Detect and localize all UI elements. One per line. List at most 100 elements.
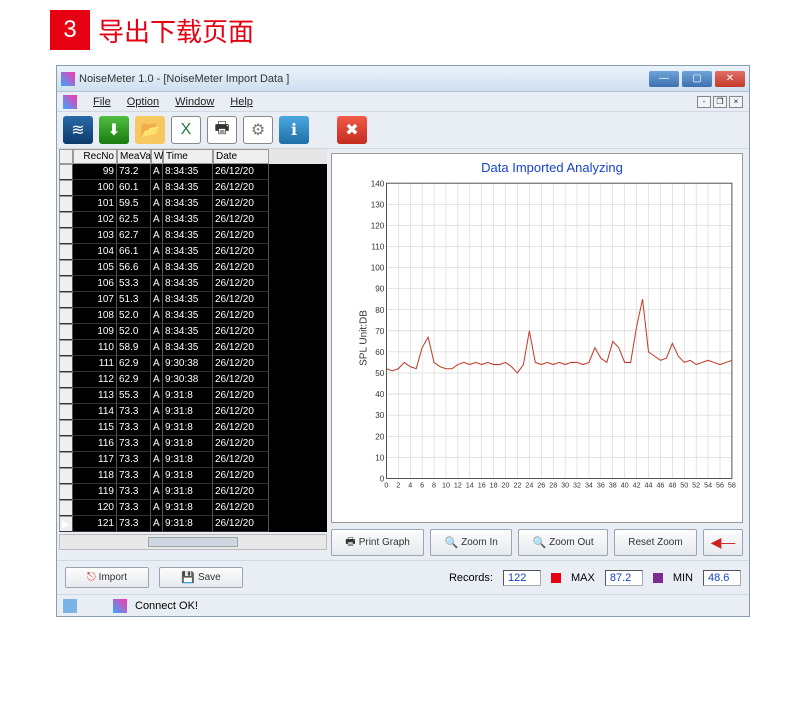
table-row[interactable]: 11262.9A9:30:3826/12/20 (59, 372, 327, 388)
svg-text:40: 40 (621, 481, 629, 490)
table-row[interactable]: 11773.3A9:31:826/12/20 (59, 452, 327, 468)
table-row[interactable]: 10159.5A8:34:3526/12/20 (59, 196, 327, 212)
print-icon: 🖶 (345, 533, 355, 552)
svg-text:48: 48 (668, 481, 676, 490)
table-row[interactable]: ▶12173.3A9:31:826/12/20 (59, 516, 327, 532)
menu-option[interactable]: Option (127, 96, 159, 108)
svg-text:24: 24 (525, 481, 533, 490)
horizontal-scrollbar[interactable] (59, 534, 327, 550)
table-row[interactable]: 10852.0A8:34:3526/12/20 (59, 308, 327, 324)
svg-text:110: 110 (371, 243, 384, 252)
svg-text:30: 30 (561, 481, 569, 490)
zoom-out-button[interactable]: 🔍Zoom Out (518, 529, 608, 556)
svg-text:80: 80 (375, 306, 385, 315)
records-label: Records: (449, 572, 493, 584)
table-row[interactable]: 11973.3A9:31:826/12/20 (59, 484, 327, 500)
minimize-button[interactable]: — (649, 71, 679, 87)
excel-export-icon[interactable]: X (171, 116, 201, 144)
table-row[interactable]: 11573.3A9:31:826/12/20 (59, 420, 327, 436)
max-value: 87.2 (605, 570, 643, 586)
svg-text:58: 58 (728, 481, 736, 490)
mdi-restore-button[interactable]: ❐ (713, 96, 727, 108)
menu-window[interactable]: Window (175, 96, 214, 108)
status-icon (63, 599, 77, 613)
save-icon: 💾 (181, 571, 195, 584)
svg-text:8: 8 (432, 481, 436, 490)
table-row[interactable]: 10751.3A8:34:3526/12/20 (59, 292, 327, 308)
col-date[interactable]: Date (213, 149, 269, 164)
open-folder-icon[interactable]: 📂 (135, 116, 165, 144)
close-record-icon[interactable] (337, 116, 367, 144)
min-label: MIN (673, 572, 693, 584)
svg-text:120: 120 (371, 221, 385, 230)
svg-text:60: 60 (375, 348, 385, 357)
table-row[interactable]: 12073.3A9:31:826/12/20 (59, 500, 327, 516)
info-icon[interactable]: ℹ (279, 116, 309, 144)
close-button[interactable]: ✕ (715, 71, 745, 87)
waveform-icon[interactable]: ≋ (63, 116, 93, 144)
min-swatch (653, 573, 663, 583)
svg-text:10: 10 (375, 453, 385, 462)
reset-zoom-button[interactable]: Reset Zoom (614, 529, 697, 556)
mdi-close-button[interactable]: × (729, 96, 743, 108)
status-text: Connect OK! (135, 600, 198, 612)
svg-text:18: 18 (490, 481, 498, 490)
svg-text:22: 22 (513, 481, 521, 490)
settings-icon[interactable]: ⚙ (243, 116, 273, 144)
back-button[interactable]: ◀— (703, 529, 743, 556)
table-row[interactable]: 11355.3A9:31:826/12/20 (59, 388, 327, 404)
menu-help[interactable]: Help (230, 96, 253, 108)
table-row[interactable]: 11162.9A9:30:3826/12/20 (59, 356, 327, 372)
max-label: MAX (571, 572, 595, 584)
import-icon: ⎋ (87, 571, 96, 584)
data-grid[interactable]: RecNo MeaVal W Time Date 9973.2A8:34:352… (57, 149, 329, 560)
table-row[interactable]: 10653.3A8:34:3526/12/20 (59, 276, 327, 292)
maximize-button[interactable]: ▢ (682, 71, 712, 87)
table-row[interactable]: 10060.1A8:34:3526/12/20 (59, 180, 327, 196)
app-window: NoiseMeter 1.0 - [NoiseMeter Import Data… (56, 65, 750, 617)
table-row[interactable]: 11873.3A9:31:826/12/20 (59, 468, 327, 484)
table-row[interactable]: 10262.5A8:34:3526/12/20 (59, 212, 327, 228)
table-row[interactable]: 9973.2A8:34:3526/12/20 (59, 164, 327, 180)
svg-text:52: 52 (692, 481, 700, 490)
mdi-minimize-button[interactable]: - (697, 96, 711, 108)
chart-ylabel: SPL Unit:DB (358, 310, 369, 366)
import-button[interactable]: ⎋Import (65, 567, 149, 588)
table-row[interactable]: 10466.1A8:34:3526/12/20 (59, 244, 327, 260)
download-icon[interactable]: ⬇ (99, 116, 129, 144)
toolbar: ≋ ⬇ 📂 X 🖶 ⚙ ℹ (57, 112, 749, 149)
print-icon[interactable]: 🖶 (207, 116, 237, 144)
table-row[interactable]: 10556.6A8:34:3526/12/20 (59, 260, 327, 276)
max-swatch (551, 573, 561, 583)
menu-file[interactable]: File (93, 96, 111, 108)
svg-text:26: 26 (537, 481, 545, 490)
svg-text:54: 54 (704, 481, 712, 490)
table-row[interactable]: 10952.0A8:34:3526/12/20 (59, 324, 327, 340)
table-row[interactable]: 11058.9A8:34:3526/12/20 (59, 340, 327, 356)
svg-text:20: 20 (502, 481, 510, 490)
status-app-icon (113, 599, 127, 613)
min-value: 48.6 (703, 570, 741, 586)
save-button[interactable]: 💾Save (159, 567, 243, 588)
svg-text:12: 12 (454, 481, 462, 490)
svg-text:32: 32 (573, 481, 581, 490)
table-row[interactable]: 10362.7A8:34:3526/12/20 (59, 228, 327, 244)
titlebar[interactable]: NoiseMeter 1.0 - [NoiseMeter Import Data… (57, 66, 749, 92)
zoom-in-button[interactable]: 🔍Zoom In (430, 529, 512, 556)
svg-text:6: 6 (420, 481, 424, 490)
col-recno[interactable]: RecNo (73, 149, 117, 164)
col-w[interactable]: W (151, 149, 163, 164)
grid-header[interactable]: RecNo MeaVal W Time Date (59, 149, 327, 164)
col-time[interactable]: Time (163, 149, 213, 164)
app-icon (61, 72, 75, 86)
svg-text:4: 4 (408, 481, 412, 490)
svg-text:20: 20 (375, 432, 385, 441)
svg-text:34: 34 (585, 481, 593, 490)
table-row[interactable]: 11473.3A9:31:826/12/20 (59, 404, 327, 420)
col-meaval[interactable]: MeaVal (117, 149, 151, 164)
table-row[interactable]: 11673.3A9:31:826/12/20 (59, 436, 327, 452)
print-graph-button[interactable]: 🖶Print Graph (331, 529, 424, 556)
page-title: 导出下载页面 (98, 12, 254, 49)
svg-text:16: 16 (478, 481, 486, 490)
svg-text:38: 38 (609, 481, 617, 490)
